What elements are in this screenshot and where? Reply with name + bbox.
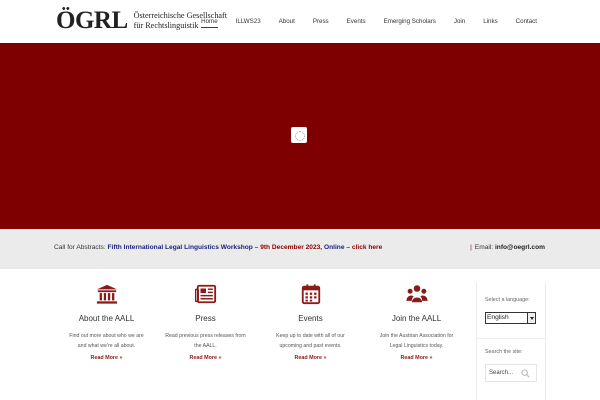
feature-description: Keep up to date with all of our upcoming…: [276, 333, 345, 349]
read-more-link[interactable]: Read More »: [153, 355, 258, 361]
sidebar-divider: [477, 338, 545, 339]
email-link[interactable]: info@oegrl.com: [495, 244, 545, 251]
institution-icon: [96, 284, 117, 304]
divider-bar: |: [470, 244, 472, 251]
feature-title: Press: [195, 314, 216, 323]
main-nav: Home ILLWS23 About Press Events Emerging…: [192, 0, 546, 43]
logo-mark: ÖGRL: [56, 7, 128, 34]
users-icon: [405, 285, 428, 303]
feature-description: Read previous press releases from the AA…: [165, 333, 246, 349]
banner-workshop: Fifth International Legal Linguistics Wo…: [107, 244, 259, 251]
nav-join[interactable]: Join: [445, 0, 474, 43]
read-more-link[interactable]: Read More »: [54, 355, 159, 361]
newspaper-icon: [194, 284, 216, 304]
banner-prefix: Call for Abstracts:: [54, 244, 106, 251]
site-header: ÖGRL Österreichische Gesellschaft für Re…: [0, 0, 600, 43]
announcement-banner: Call for Abstracts: Fifth International …: [0, 229, 600, 269]
feature-title: About the AALL: [78, 314, 135, 323]
search-label: Search the site:: [485, 349, 523, 355]
loading-spinner-icon: [291, 127, 307, 143]
chevron-down-icon: [527, 313, 535, 323]
read-more-link[interactable]: Read More »: [364, 355, 469, 361]
email-label: Email:: [474, 244, 494, 251]
feature-join: Join the AALL Join the Austrian Associat…: [364, 283, 469, 361]
language-label: Select a language:: [485, 297, 530, 303]
read-more-link[interactable]: Read More »: [258, 355, 363, 361]
search-icon[interactable]: [521, 369, 530, 378]
feature-description: Find out more about who we are and what …: [69, 333, 144, 349]
contact-email: | Email: info@oegrl.com: [470, 244, 545, 251]
feature-description: Join the Austrian Association for Legal …: [379, 333, 454, 349]
feature-events: Events Keep up to date with all of our u…: [258, 283, 363, 361]
language-selected-value: English: [487, 314, 509, 321]
nav-links[interactable]: Links: [474, 0, 506, 43]
sidebar: Select a language: English Search the si…: [476, 283, 546, 400]
nav-emerging-scholars[interactable]: Emerging Scholars: [375, 0, 445, 43]
banner-date: 9th December 2023,: [260, 244, 323, 251]
nav-contact[interactable]: Contact: [507, 0, 546, 43]
banner-dash: –: [346, 244, 351, 251]
hero-slider: [0, 43, 600, 229]
feature-press: Press Read previous press releases from …: [153, 283, 258, 361]
banner-click-here-link[interactable]: click here: [352, 244, 382, 251]
feature-title: Events: [298, 314, 323, 323]
call-for-abstracts: Call for Abstracts: Fifth International …: [54, 244, 382, 251]
language-select[interactable]: English: [485, 312, 536, 324]
nav-press[interactable]: Press: [304, 0, 338, 43]
feature-about: About the AALL Find out more about who w…: [54, 283, 159, 361]
calendar-icon: [301, 284, 320, 305]
nav-illws23[interactable]: ILLWS23: [227, 0, 270, 43]
nav-home[interactable]: Home: [192, 0, 227, 43]
nav-about[interactable]: About: [270, 0, 304, 43]
banner-online: Online: [323, 244, 345, 251]
feature-title: Join the AALL: [391, 314, 442, 323]
nav-events[interactable]: Events: [338, 0, 375, 43]
search-input[interactable]: Search...: [485, 364, 537, 382]
search-placeholder: Search...: [489, 370, 514, 376]
